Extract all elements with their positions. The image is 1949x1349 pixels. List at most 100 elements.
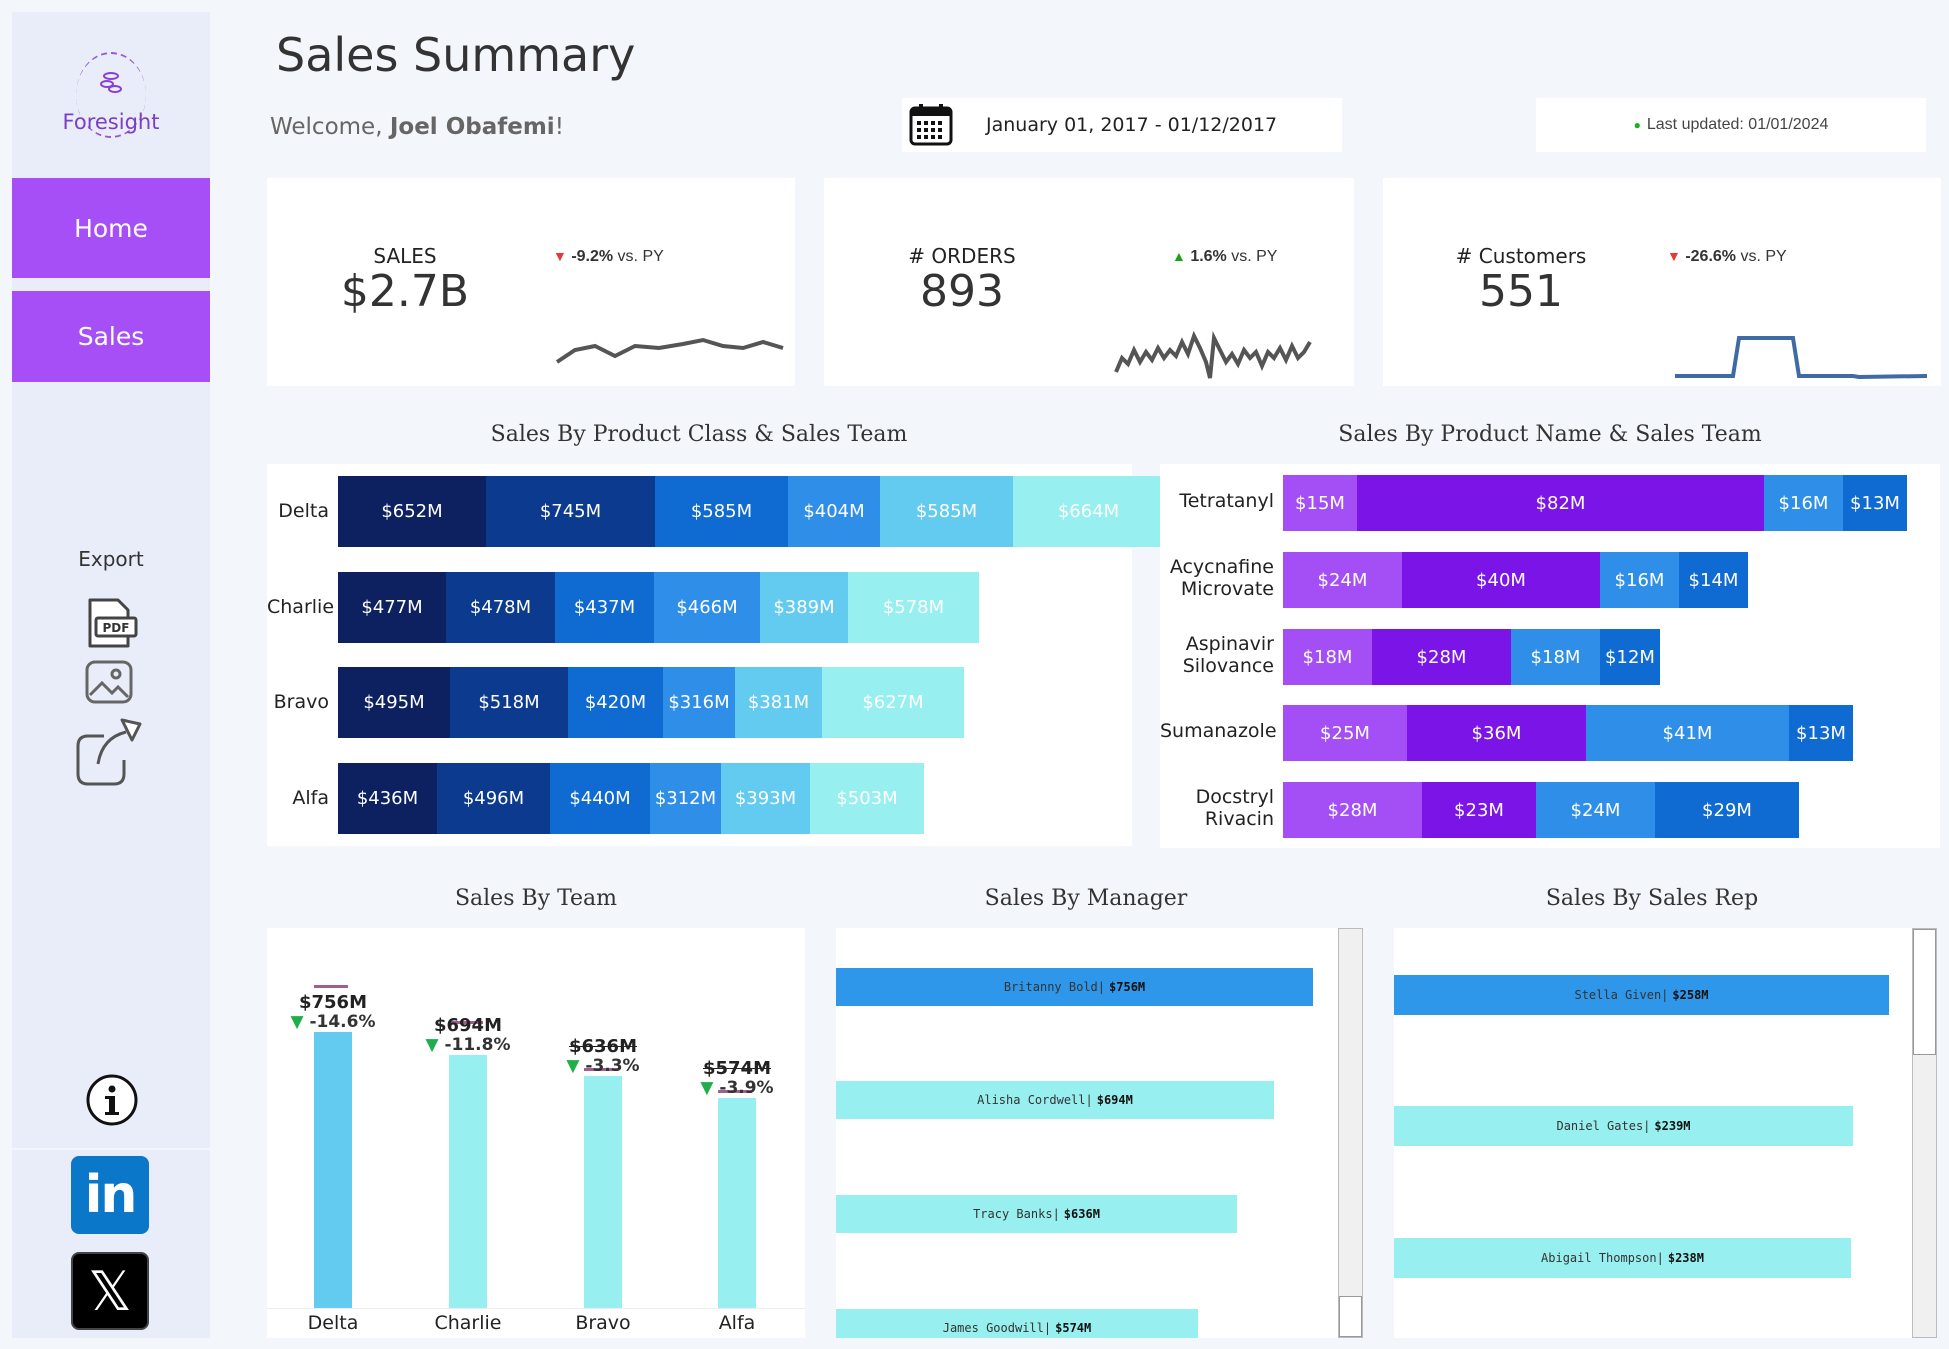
bar-segment[interactable]: $24M (1283, 552, 1402, 608)
bar-segment[interactable]: $16M (1600, 552, 1679, 608)
logo-text: Foresight (62, 110, 160, 134)
bar-segment[interactable]: $627M (822, 667, 964, 738)
row-label-line: Sumanazole (1160, 720, 1277, 742)
bar-segment[interactable]: $664M (1013, 476, 1164, 547)
scrollbar-thumb[interactable] (1913, 929, 1936, 1055)
page-title: Sales Summary (276, 28, 636, 82)
kpi-delta-value: -26.6% (1685, 248, 1737, 265)
bar-segment[interactable]: $28M (1283, 782, 1422, 838)
bar-segment[interactable]: $14M (1679, 552, 1748, 608)
bar-segment[interactable]: $404M (788, 476, 880, 547)
pdf-export-icon[interactable]: PDF (84, 596, 140, 652)
bar-segment[interactable]: $420M (568, 667, 663, 738)
bar-segment[interactable]: $23M (1422, 782, 1536, 838)
bar-segment[interactable]: $316M (663, 667, 735, 738)
team-bar[interactable] (718, 1098, 756, 1308)
manager-bar[interactable]: James Goodwill | $574M (836, 1309, 1198, 1338)
date-range-picker[interactable]: January 01, 2017 - 01/12/2017 (902, 98, 1342, 152)
row-label-line: Microvate (1180, 578, 1274, 600)
manager-value: $694M (1096, 1093, 1133, 1107)
bar-segment[interactable]: $16M (1764, 475, 1843, 531)
bar-segment[interactable]: $495M (338, 667, 450, 738)
pdf-icon-label: PDF (103, 621, 130, 635)
nav-home-button[interactable]: Home (12, 178, 210, 278)
row-label-product: Docstryl Rivacin (1160, 786, 1274, 830)
sales-sparkline (555, 337, 784, 364)
bar-segment[interactable]: $477M (338, 572, 446, 643)
manager-bar[interactable]: Tracy Banks | $636M (836, 1195, 1237, 1233)
bar-segment[interactable]: $41M (1586, 705, 1789, 761)
bar-segment[interactable]: $437M (555, 572, 654, 643)
bar-segment[interactable]: $578M (848, 572, 979, 643)
manager-bar[interactable]: Britanny Bold | $756M (836, 968, 1313, 1006)
share-export-icon[interactable] (74, 712, 146, 788)
bar-segment[interactable]: $82M (1357, 475, 1764, 531)
bar-segment[interactable]: $466M (654, 572, 760, 643)
bar-segment[interactable]: $585M (880, 476, 1013, 547)
info-icon[interactable] (84, 1072, 140, 1128)
bar-segment[interactable]: $36M (1407, 705, 1586, 761)
vertical-scrollbar[interactable] (1338, 928, 1363, 1338)
bar-segment[interactable]: $12M (1600, 629, 1660, 685)
bar-segment[interactable]: $440M (550, 763, 650, 834)
sidebar: Foresight Home Sales Export PDF in 𝕏 (12, 12, 210, 1338)
rep-bar[interactable]: Daniel Gates | $239M (1394, 1106, 1853, 1146)
kpi-value: 551 (1479, 266, 1563, 317)
rep-chart-title: Sales By Sales Rep (1545, 886, 1759, 911)
bar-segment[interactable]: $25M (1283, 705, 1407, 761)
bar-segment[interactable]: $436M (338, 763, 437, 834)
coins-icon (100, 72, 122, 93)
bar-segment[interactable]: $13M (1789, 705, 1853, 761)
orders-sparkline (1114, 330, 1312, 379)
last-updated-box: ● Last updated: 01/01/2024 (1536, 98, 1926, 152)
bar-segment[interactable]: $28M (1372, 629, 1511, 685)
row-label-team: Bravo (273, 691, 329, 713)
team-value-label: $574M (702, 1058, 771, 1079)
kpi-value: 893 (920, 266, 1004, 317)
team-bar[interactable] (584, 1076, 622, 1308)
rep-value: $239M (1654, 1119, 1691, 1133)
team-category-label: Charlie (434, 1312, 502, 1334)
rep-bar[interactable]: Stella Given | $258M (1394, 975, 1889, 1015)
bar-segment[interactable]: $381M (735, 667, 822, 738)
bar-segment[interactable]: $518M (450, 667, 568, 738)
bar-segment[interactable]: $496M (437, 763, 550, 834)
bar-segment[interactable]: $393M (721, 763, 810, 834)
calendar-icon[interactable] (908, 102, 954, 148)
bar-segment[interactable]: $13M (1843, 475, 1907, 531)
bar-segment[interactable]: $478M (446, 572, 555, 643)
team-bar[interactable] (314, 1032, 352, 1308)
team-pct-label: ▼ -14.6% (273, 1012, 393, 1032)
manager-bar[interactable]: Alisha Cordwell | $694M (836, 1081, 1274, 1119)
bar-segment[interactable]: $18M (1283, 629, 1372, 685)
manager-name: Britanny Bold (1003, 980, 1098, 994)
bar-segment[interactable]: $312M (650, 763, 721, 834)
bar-segment[interactable]: $652M (338, 476, 486, 547)
manager-chart-panel[interactable]: Britanny Bold | $756M Alisha Cordwell | $… (836, 928, 1363, 1338)
axis-line (267, 1308, 805, 1309)
bar-segment[interactable]: $18M (1511, 629, 1600, 685)
team-value-label: $694M (433, 1015, 502, 1036)
manager-name: James Goodwill (942, 1321, 1044, 1335)
bar-segment[interactable]: $503M (810, 763, 924, 834)
bar-segment[interactable]: $745M (486, 476, 655, 547)
last-updated-text: Last updated: 01/01/2024 (1646, 116, 1829, 133)
x-twitter-icon[interactable]: 𝕏 (71, 1252, 149, 1330)
down-arrow-icon: ▼ (566, 1056, 580, 1076)
scrollbar-thumb[interactable] (1339, 1296, 1362, 1337)
team-bar[interactable] (449, 1055, 487, 1308)
bar-segment[interactable]: $24M (1536, 782, 1655, 838)
rep-bar[interactable]: Abigail Thompson | $238M (1394, 1238, 1851, 1278)
bar-segment[interactable]: $15M (1283, 475, 1357, 531)
rep-chart-panel[interactable]: Stella Given | $258M Daniel Gates | $239M… (1394, 928, 1937, 1338)
bar-segment[interactable]: $585M (655, 476, 788, 547)
image-export-icon[interactable] (84, 659, 134, 705)
bar-segment[interactable]: $29M (1655, 782, 1799, 838)
bar-segment[interactable]: $40M (1402, 552, 1600, 608)
bar-segment[interactable]: $389M (760, 572, 848, 643)
nav-sales-button[interactable]: Sales (12, 291, 210, 382)
team-pct-label: ▼ -3.3% (543, 1056, 663, 1076)
kpi-delta: ▼ -9.2% vs. PY (553, 248, 664, 266)
rep-value: $258M (1672, 988, 1709, 1002)
linkedin-icon[interactable]: in (71, 1156, 149, 1234)
